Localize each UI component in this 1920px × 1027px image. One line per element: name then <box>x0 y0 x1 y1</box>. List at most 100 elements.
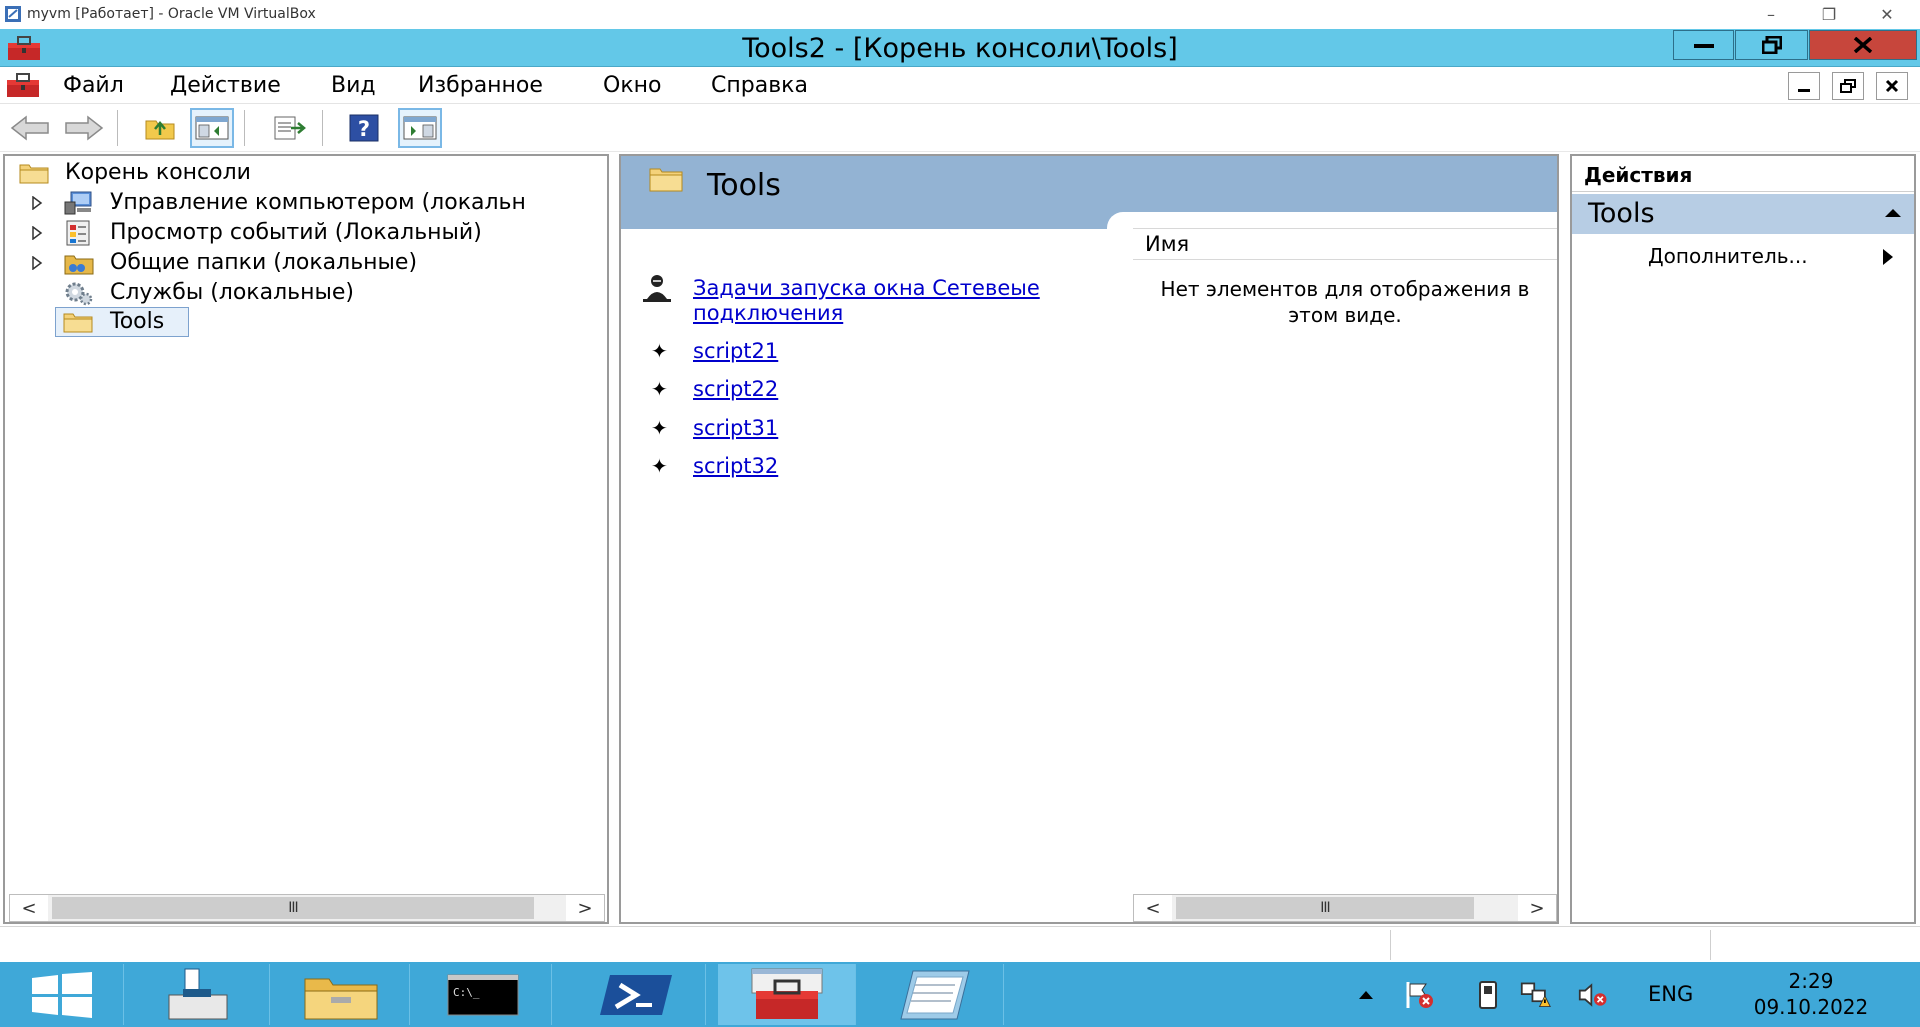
scroll-left-button[interactable]: < <box>10 895 48 921</box>
show-hide-action-pane-button[interactable] <box>398 108 442 148</box>
action-more-actions[interactable]: Дополнитель... <box>1572 240 1914 274</box>
tree-item-shared-folders[interactable]: Общие папки (локальные) <box>5 248 605 278</box>
taskbar-mmc-tools[interactable] <box>718 964 856 1025</box>
network-warning-icon[interactable] <box>1520 979 1552 1011</box>
menu-file[interactable]: Файл <box>63 73 124 98</box>
export-list-button[interactable] <box>268 108 312 148</box>
forward-button[interactable] <box>62 108 106 148</box>
host-minimize-button[interactable]: – <box>1742 0 1800 29</box>
console-tree-icon <box>195 116 229 140</box>
list-horizontal-scrollbar[interactable]: < III > <box>1133 894 1557 922</box>
menu-action[interactable]: Действие <box>170 73 281 98</box>
server-manager-icon <box>161 967 241 1023</box>
taskpad-header: Tools <box>621 156 1557 229</box>
minimize-button[interactable] <box>1673 30 1734 60</box>
tree-horizontal-scrollbar[interactable]: < III > <box>9 894 605 922</box>
tree-item-label: Просмотр событий (Локальный) <box>110 220 482 245</box>
mmc-title-bar: Tools2 - [Корень консоли\Tools] <box>0 29 1920 67</box>
scroll-thumb[interactable]: III <box>1176 897 1474 919</box>
status-bar <box>0 926 1920 962</box>
up-one-level-button[interactable] <box>138 108 182 148</box>
taskbar-file-explorer[interactable] <box>272 964 410 1025</box>
host-close-button[interactable]: ✕ <box>1858 0 1916 29</box>
taskbar-server-manager[interactable] <box>132 964 270 1025</box>
status-segment <box>1710 930 1916 960</box>
taskbar: C:\_ ENG 2:29 09.10.2022 <box>0 962 1920 1027</box>
clock[interactable]: 2:29 09.10.2022 <box>1738 968 1884 1020</box>
list-column-header[interactable]: Имя <box>1133 228 1557 260</box>
mdi-minimize-button[interactable] <box>1788 72 1820 100</box>
services-icon <box>63 280 95 306</box>
menu-window[interactable]: Окно <box>603 73 661 98</box>
menu-help[interactable]: Справка <box>711 73 808 98</box>
close-button[interactable] <box>1809 30 1917 60</box>
start-button[interactable] <box>0 964 124 1025</box>
input-language-indicator[interactable]: ENG <box>1648 982 1693 1006</box>
action-label: Дополнитель... <box>1648 244 1808 268</box>
mdi-console-icon[interactable] <box>5 71 41 99</box>
menu-favorites[interactable]: Избранное <box>418 73 543 98</box>
actions-section-tools[interactable]: Tools <box>1572 194 1914 234</box>
tree-item-label: Tools <box>110 309 165 334</box>
scroll-right-button[interactable]: > <box>566 895 604 921</box>
tree-item-event-viewer[interactable]: Просмотр событий (Локальный) <box>5 218 605 248</box>
folder-icon <box>19 162 49 184</box>
host-window-title: myvm [Работает] - Oracle VM VirtualBox <box>27 6 316 22</box>
task-link-script21[interactable]: script21 <box>693 339 778 364</box>
menu-view[interactable]: Вид <box>331 73 376 98</box>
restore-button[interactable] <box>1735 30 1808 60</box>
help-button[interactable]: ? <box>342 108 386 148</box>
show-hide-console-tree-button[interactable] <box>190 108 234 148</box>
mdi-close-button[interactable] <box>1876 72 1908 100</box>
taskbar-command-prompt[interactable]: C:\_ <box>414 964 552 1025</box>
task-link-script22[interactable]: script22 <box>693 377 778 402</box>
shared-folders-icon <box>63 252 95 276</box>
scroll-left-button[interactable]: < <box>1134 895 1172 921</box>
host-restore-button[interactable]: ❐ <box>1800 0 1858 29</box>
expand-arrow-icon[interactable] <box>31 218 45 248</box>
tree-item-services[interactable]: Службы (локальные) <box>5 278 605 308</box>
help-icon: ? <box>349 114 379 142</box>
submenu-arrow-icon <box>1882 248 1894 266</box>
scroll-right-button[interactable]: > <box>1518 895 1556 921</box>
column-name-label: Имя <box>1145 232 1190 256</box>
show-hidden-icons-button[interactable] <box>1350 979 1382 1011</box>
clock-time: 2:29 <box>1788 969 1834 993</box>
volume-muted-icon[interactable] <box>1578 979 1610 1011</box>
tree-item-root[interactable]: Корень консоли <box>5 158 605 188</box>
task-link-script32[interactable]: script32 <box>693 454 778 479</box>
computer-management-icon <box>63 190 95 216</box>
taskpad-view: Tools Задачи запуска окна Сетевеые подкл… <box>619 154 1559 924</box>
action-pane-icon <box>403 116 437 140</box>
console-tree-pane: Корень консоли Управление компьютером (л… <box>3 154 609 924</box>
back-arrow-icon <box>10 115 50 141</box>
tree-item-label: Общие папки (локальные) <box>110 250 418 275</box>
tree-item-label: Службы (локальные) <box>110 280 354 305</box>
action-center-flag-icon[interactable] <box>1404 979 1436 1011</box>
actions-pane: Действия Tools Дополнитель... <box>1570 154 1916 924</box>
removable-device-icon[interactable] <box>1472 979 1504 1011</box>
taskbar-notepad[interactable] <box>866 964 1004 1025</box>
file-explorer-icon <box>301 969 381 1021</box>
command-prompt-icon: C:\_ <box>447 974 519 1016</box>
clock-date: 09.10.2022 <box>1753 995 1869 1019</box>
task-bullet-icon: ✦ <box>651 377 668 401</box>
tree-item-computer-management[interactable]: Управление компьютером (локальн <box>5 188 605 218</box>
back-button[interactable] <box>8 108 52 148</box>
task-link-network-connections[interactable]: Задачи запуска окна Сетевеые подключения <box>693 276 1133 326</box>
taskbar-powershell[interactable] <box>568 964 706 1025</box>
virtualbox-icon <box>4 5 22 23</box>
task-link-script31[interactable]: script31 <box>693 416 778 441</box>
folder-icon <box>63 311 93 333</box>
collapse-arrow-icon[interactable] <box>1884 208 1902 218</box>
expand-arrow-icon[interactable] <box>31 188 45 218</box>
tree-item-tools[interactable]: Tools <box>5 307 605 337</box>
scroll-thumb[interactable]: III <box>52 897 534 919</box>
taskpad-title: Tools <box>707 168 781 203</box>
windows-logo-icon <box>28 971 96 1018</box>
menu-bar: Файл Действие Вид Избранное Окно Справка <box>0 67 1920 104</box>
mdi-restore-button[interactable] <box>1832 72 1864 100</box>
toolbox-icon <box>748 967 826 1023</box>
svg-text:C:\_: C:\_ <box>453 986 480 999</box>
expand-arrow-icon[interactable] <box>31 248 45 278</box>
